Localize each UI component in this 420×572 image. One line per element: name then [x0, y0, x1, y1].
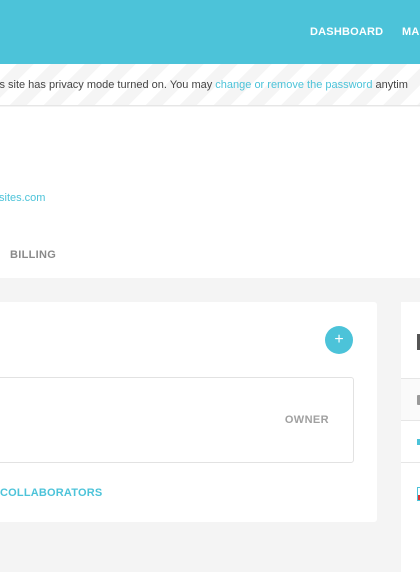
add-member-button[interactable]: + [325, 326, 353, 354]
site-url-link[interactable]: sites.com [0, 192, 45, 204]
owner-role-label: OWNER [284, 414, 329, 426]
nav-dashboard[interactable]: DASHBOARD [310, 0, 383, 64]
member-row: OWNER [0, 377, 354, 463]
side-row-lock[interactable] [401, 378, 420, 420]
members-card: + OWNER COLLABORATORS [0, 302, 377, 522]
collaborators-link[interactable]: COLLABORATORS [0, 487, 102, 499]
side-panel [401, 302, 420, 572]
tab-billing[interactable]: BILLING [10, 249, 56, 261]
site-header: sites.com BILLING [0, 107, 420, 278]
side-row-flag[interactable] [401, 462, 420, 508]
privacy-notice-bar: is site has privacy mode turned on. You … [0, 64, 420, 106]
nav-ma[interactable]: MA [402, 0, 420, 64]
side-row-link[interactable] [401, 420, 420, 462]
change-password-link[interactable]: change or remove the password [215, 79, 372, 91]
privacy-text-before: is site has privacy mode turned on. You … [0, 79, 216, 91]
privacy-notice: is site has privacy mode turned on. You … [0, 79, 408, 91]
privacy-text-after: anytim [372, 79, 408, 91]
top-bar: DASHBOARD MA [0, 0, 420, 64]
